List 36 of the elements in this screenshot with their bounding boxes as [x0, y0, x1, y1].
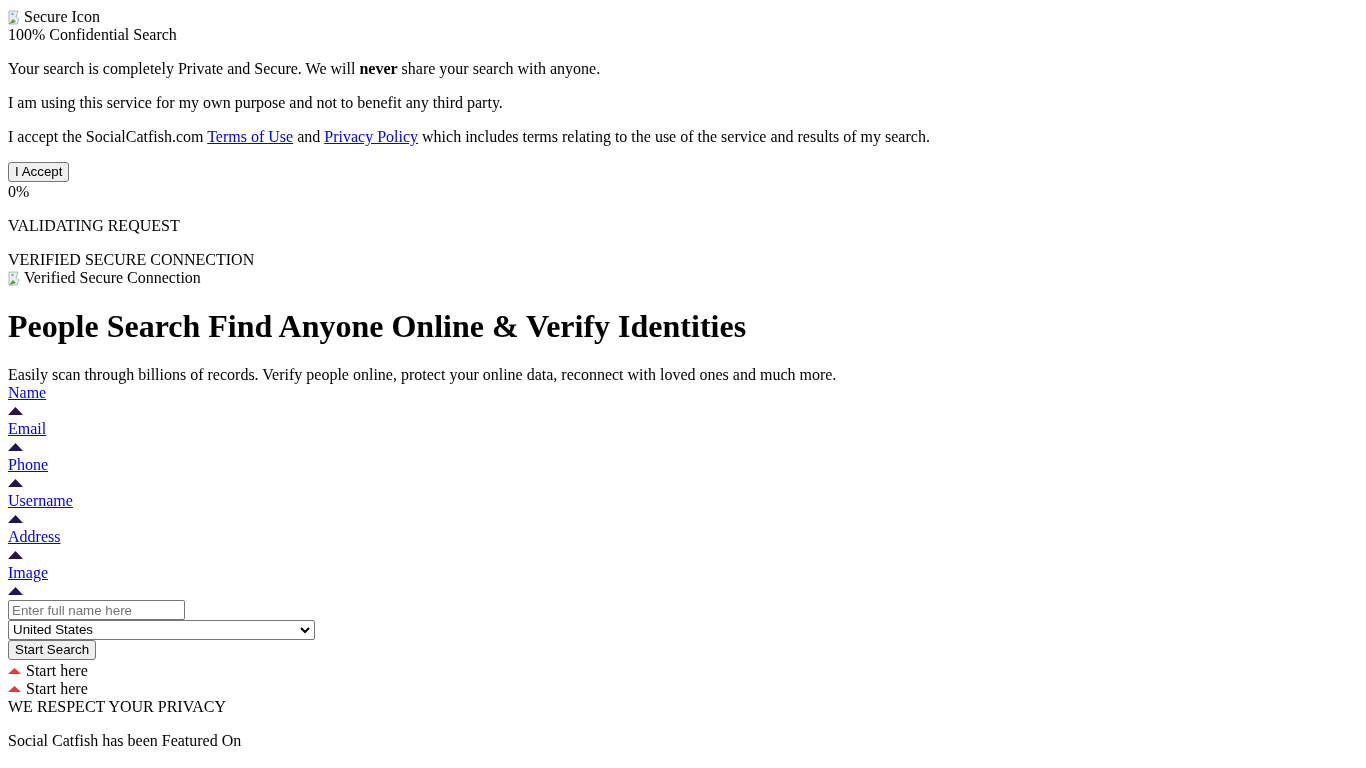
privacy-heading: WE RESPECT YOUR PRIVACY [8, 698, 227, 716]
secure-label: VERIFIED SECURE CONNECTION [8, 251, 256, 269]
triangle-icon [8, 515, 23, 523]
country-dropdown[interactable]: United States [8, 620, 315, 640]
triangle-icon [8, 551, 23, 559]
triangle-icon [8, 407, 23, 415]
start-hint: Start here [26, 662, 88, 680]
image-alt-text: Verified Secure Connection [24, 269, 201, 287]
name-input-field[interactable]: Enter full name here [8, 600, 185, 620]
chevron-down-icon [300, 626, 310, 634]
terms-link[interactable]: Terms of Use [207, 128, 294, 145]
triangle-icon [8, 443, 23, 451]
search-tab[interactable]: Image [8, 564, 48, 582]
search-tab[interactable]: Username [8, 492, 73, 510]
triangle-icon [8, 686, 21, 692]
featured-text: Social Catfish has been Featured On [8, 732, 243, 750]
privacy-link[interactable]: Privacy Policy [324, 128, 419, 145]
triangle-icon [8, 479, 23, 487]
status-text: VALIDATING REQUEST [8, 217, 181, 235]
search-tab[interactable]: Phone [8, 456, 48, 474]
image-alt-text: Secure Icon [24, 8, 100, 26]
consent-text: I am using this service for my own purpose and not to benefit any third party. [8, 94, 504, 112]
search-tab[interactable]: Address [8, 528, 61, 546]
page-subheading: Easily scan through billions of records. Verify people online, protect your online data, reconnect with loved ones and much more. [8, 366, 838, 384]
search-tab[interactable]: Email [8, 420, 47, 438]
start-hint: Start here [26, 680, 88, 698]
consent-title: 100% Confidential Search [8, 26, 178, 44]
progress-percent: 0% [8, 183, 31, 201]
triangle-icon [8, 668, 21, 674]
triangle-icon [8, 587, 23, 595]
consent-text: Your search is completely Private and Secure. We will never share your search with anyone. [8, 60, 602, 78]
search-tab[interactable]: Name [8, 384, 47, 402]
page-heading: People Search Find Anyone Online & Verify Identities [8, 308, 748, 345]
start-search-button[interactable]: Start Search [8, 640, 97, 660]
terms-text: I accept the SocialCatfish.com Terms of Use and Privacy Policy which includes terms relating to the use of the service and results of my search. [8, 128, 931, 146]
accept-button[interactable]: I Accept [8, 162, 70, 182]
